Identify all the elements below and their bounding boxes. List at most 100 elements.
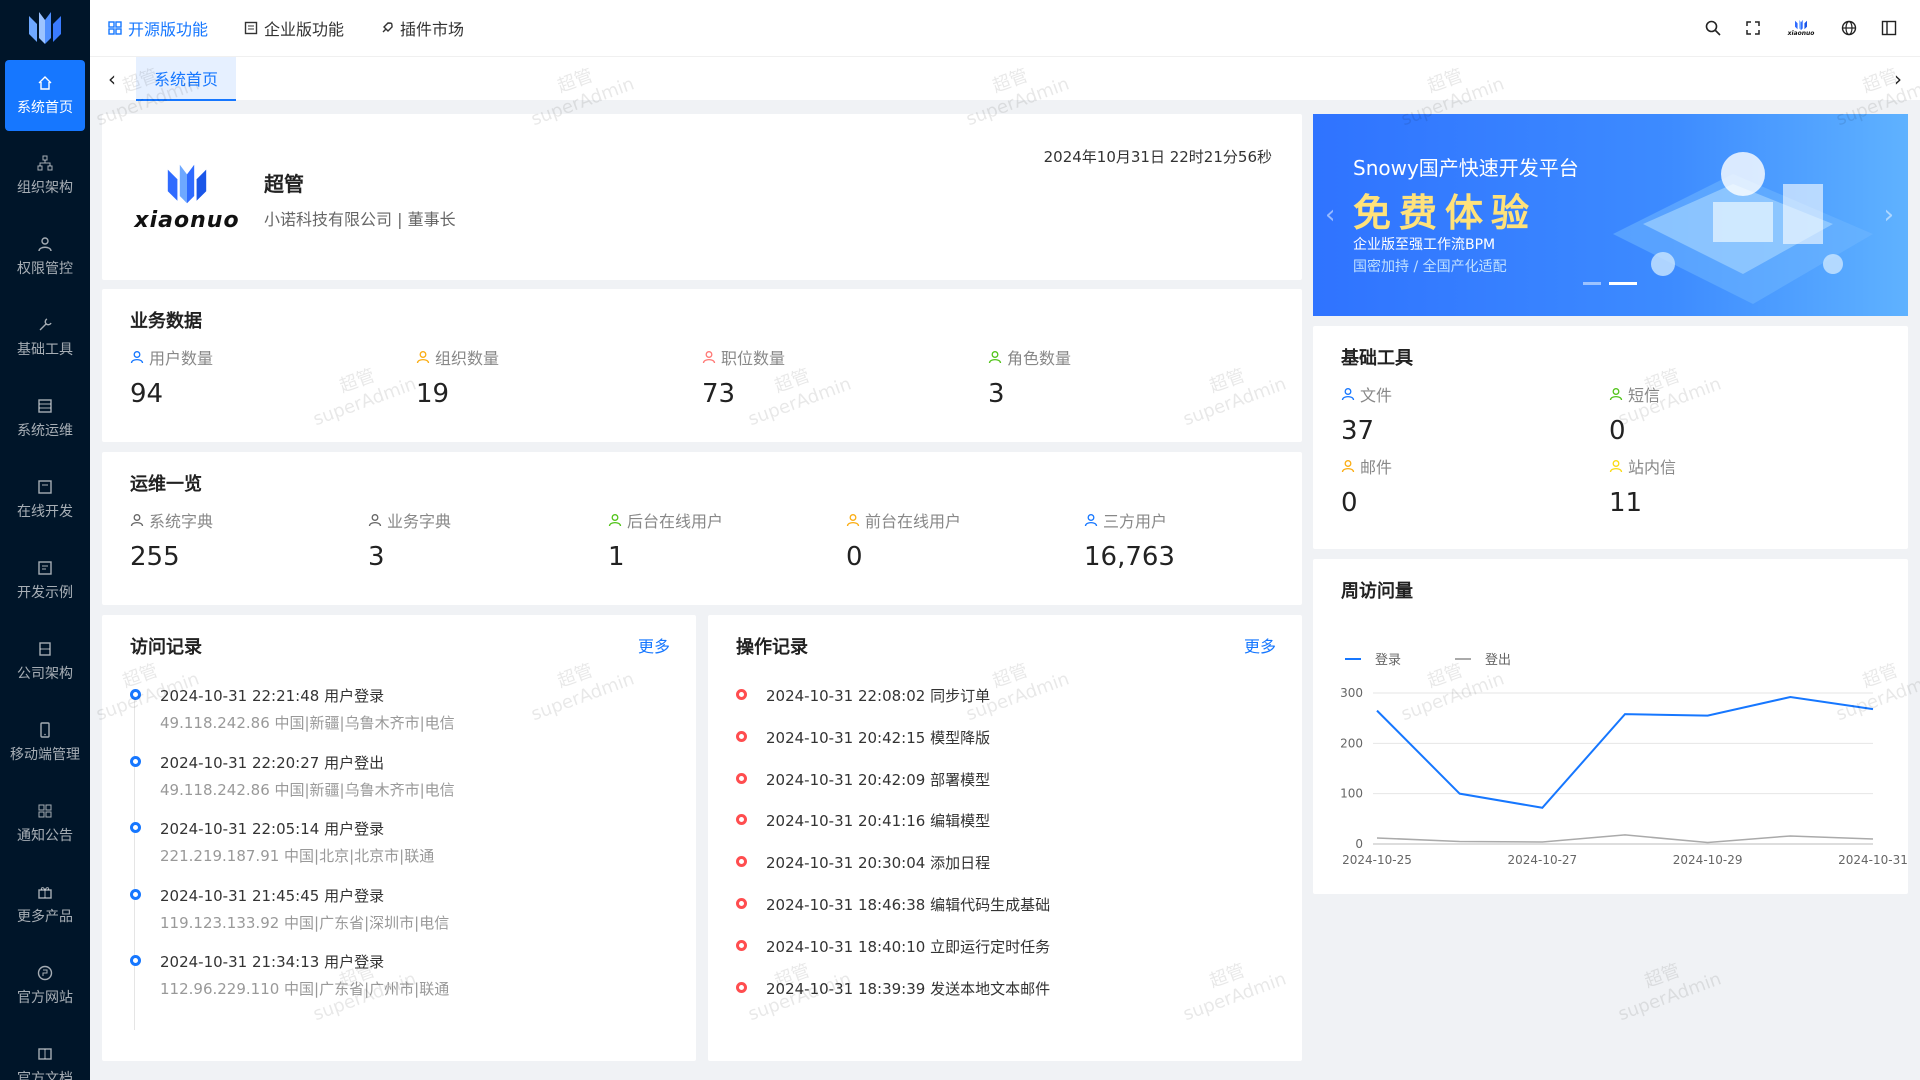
stat-label: 文件	[1341, 382, 1392, 406]
stat-label-text: 组织数量	[435, 349, 500, 368]
example-icon	[38, 560, 52, 575]
sidebar-item[interactable]: 开发示例	[0, 540, 90, 621]
timeline-item[interactable]: 2024-10-31 20:41:16 编辑模型	[736, 810, 1282, 852]
sidebar-item[interactable]: 在线开发	[0, 459, 90, 540]
timeline-subtext: 221.219.187.91 中国|北京|北京市|联通	[160, 847, 435, 865]
sidebar-item[interactable]: 公司架构	[0, 621, 90, 702]
stat-value: 94	[130, 379, 164, 409]
series-line-logout[interactable]	[1376, 834, 1874, 844]
timeline-item[interactable]: 2024-10-31 20:42:15 模型降版	[736, 727, 1282, 769]
stat-value: 19	[416, 379, 450, 409]
promo-banner[interactable]: Snowy国产快速开发平台 免费体验 企业版至强工作流BPM 国密加持 / 全国…	[1313, 114, 1908, 316]
sidebar-item[interactable]: 官方文档	[0, 1026, 90, 1080]
search-icon[interactable]	[1704, 19, 1722, 37]
company-logo: xiaonuo	[132, 162, 242, 233]
y-tick-label: 100	[1340, 787, 1363, 801]
sidebar-item-label: 更多产品	[17, 908, 73, 925]
avatar-logo-text: xiaonuo	[1787, 30, 1815, 37]
timeline-item[interactable]: 2024-10-31 18:40:10 立即运行定时任务	[736, 936, 1282, 978]
tabs-scroll-left-icon[interactable]: ‹	[92, 57, 132, 101]
x-tick-label: 2024-10-27	[1507, 853, 1577, 867]
tabs-scroll-right-icon[interactable]: ›	[1878, 57, 1918, 101]
page-tab-home[interactable]: 系统首页	[136, 57, 237, 101]
stat-label: 组织数量	[416, 345, 499, 369]
operation-log-more-link[interactable]: 更多	[1244, 633, 1276, 657]
weekly-visits-chart: 0 100 200 300 2024-10-25 2024-10-27 2024-10-29…	[1340, 686, 1908, 867]
globe-icon	[37, 965, 53, 980]
stat-label-text: 邮件	[1360, 458, 1393, 477]
app-logo[interactable]	[0, 0, 90, 56]
banner-prev-icon[interactable]: ‹	[1325, 200, 1335, 230]
timeline-text: 2024-10-31 21:34:13 用户登录	[160, 953, 385, 971]
banner-next-icon[interactable]: ›	[1884, 200, 1894, 230]
stat-label-text: 职位数量	[721, 349, 786, 368]
timeline-subtext: 49.118.242.86 中国|新疆|乌鲁木齐市|电信	[160, 780, 455, 799]
layout-icon[interactable]	[1880, 19, 1898, 37]
timeline-text: 2024-10-31 20:41:16 编辑模型	[766, 812, 991, 831]
timeline-dot	[130, 888, 141, 900]
business-data-title: 业务数据	[130, 311, 202, 332]
stat-value: 0	[846, 542, 863, 572]
sidebar-item-label: 通知公告	[17, 827, 73, 844]
tab-open-source[interactable]: 开源版功能	[108, 16, 208, 40]
timeline-item[interactable]: 2024-10-31 22:21:48 用户登录 49.118.242.86 中国…	[130, 685, 676, 752]
stat-label: 短信	[1609, 382, 1660, 406]
timeline-item[interactable]: 2024-10-31 22:05:14 用户登录 221.219.187.91 中…	[130, 818, 676, 885]
x-tick-label: 2024-10-31	[1838, 853, 1908, 867]
sidebar-item[interactable]: 权限管控	[0, 216, 90, 297]
ops-overview-title: 运维一览	[130, 474, 202, 495]
timeline-item[interactable]: 2024-10-31 21:45:45 用户登录 119.123.133.92 中…	[130, 885, 676, 952]
language-icon[interactable]	[1840, 19, 1858, 37]
sidebar-item-label: 公司架构	[17, 665, 73, 682]
timeline-dot	[130, 955, 141, 966]
user-avatar[interactable]: xiaonuo	[1784, 19, 1818, 37]
sidebar-item[interactable]: 基础工具	[0, 297, 90, 378]
timeline-item[interactable]: 2024-10-31 22:08:02 同步订单	[736, 685, 1282, 727]
timeline-text: 2024-10-31 22:05:14 用户登录	[160, 820, 385, 838]
stat-value: 255	[130, 542, 180, 572]
sidebar-item[interactable]: 组织架构	[0, 135, 90, 216]
banner-dot-2[interactable]	[1609, 282, 1637, 285]
basic-tools-card: 基础工具 文件 37 短信 0 邮件 0 站内信 11	[1313, 326, 1908, 549]
sidebar-item[interactable]: 官方网站	[0, 945, 90, 1026]
profile-name: 超管	[264, 172, 304, 196]
rocket-icon	[382, 22, 393, 33]
sidebar-item[interactable]: 通知公告	[0, 783, 90, 864]
timeline-text: 2024-10-31 22:08:02 同步订单	[766, 687, 991, 705]
timeline-text: 2024-10-31 21:45:45 用户登录	[160, 886, 385, 905]
timeline-item[interactable]: 2024-10-31 22:20:27 用户登出 49.118.242.86 中国…	[130, 752, 676, 819]
visit-log-card: 访问记录 更多 2024-10-31 22:21:48 用户登录 49.118.2…	[102, 615, 696, 1061]
watermark: 超管superAdmin	[1608, 948, 1724, 1026]
visit-timeline: 2024-10-31 22:21:48 用户登录 49.118.242.86 中国…	[130, 685, 676, 1030]
timeline-item[interactable]: 2024-10-31 18:39:39 发送本地文本邮件	[736, 978, 1282, 1020]
stat-value: 1	[608, 542, 625, 572]
sidebar-item[interactable]: 系统运维	[0, 378, 90, 459]
stat-icon	[846, 514, 860, 527]
watermark-line-2: superAdmin	[1615, 968, 1724, 1025]
tab-plugin-market[interactable]: 插件市场	[380, 16, 464, 40]
visit-log-more-link[interactable]: 更多	[638, 633, 670, 657]
top-menu-bar: 开源版功能 企业版功能 插件市场 xiaonuo	[90, 0, 1920, 56]
timeline-dot	[736, 814, 747, 826]
y-tick-label: 200	[1340, 736, 1363, 750]
stat-value: 3	[988, 379, 1005, 409]
timeline-item[interactable]: 2024-10-31 18:46:38 编辑代码生成基础	[736, 894, 1282, 936]
series-line-login[interactable]	[1376, 696, 1874, 809]
timeline-item[interactable]: 2024-10-31 20:42:09 部署模型	[736, 769, 1282, 811]
stat-label-text: 后台在线用户	[627, 512, 724, 531]
tab-enterprise[interactable]: 企业版功能	[244, 16, 344, 40]
sidebar-item[interactable]: 更多产品	[0, 864, 90, 945]
banner-title: Snowy国产快速开发平台	[1353, 156, 1579, 180]
timeline-item[interactable]: 2024-10-31 20:30:04 添加日程	[736, 852, 1282, 894]
banner-dot-1[interactable]	[1583, 282, 1601, 285]
timeline-dot	[736, 730, 747, 742]
fullscreen-icon[interactable]	[1744, 19, 1762, 37]
top-right-tools: xiaonuo	[1704, 0, 1898, 56]
banner-subtitle: 企业版至强工作流BPM	[1353, 237, 1496, 253]
grid-icon	[38, 804, 52, 817]
sidebar-item[interactable]: 系统首页	[5, 60, 85, 131]
timeline-text: 2024-10-31 18:39:39 发送本地文本邮件	[766, 979, 1051, 998]
timeline-item[interactable]: 2024-10-31 21:34:13 用户登录 112.96.229.110 中…	[130, 951, 676, 1018]
logo-icon	[29, 12, 61, 44]
sidebar-item[interactable]: 移动端管理	[0, 702, 90, 783]
